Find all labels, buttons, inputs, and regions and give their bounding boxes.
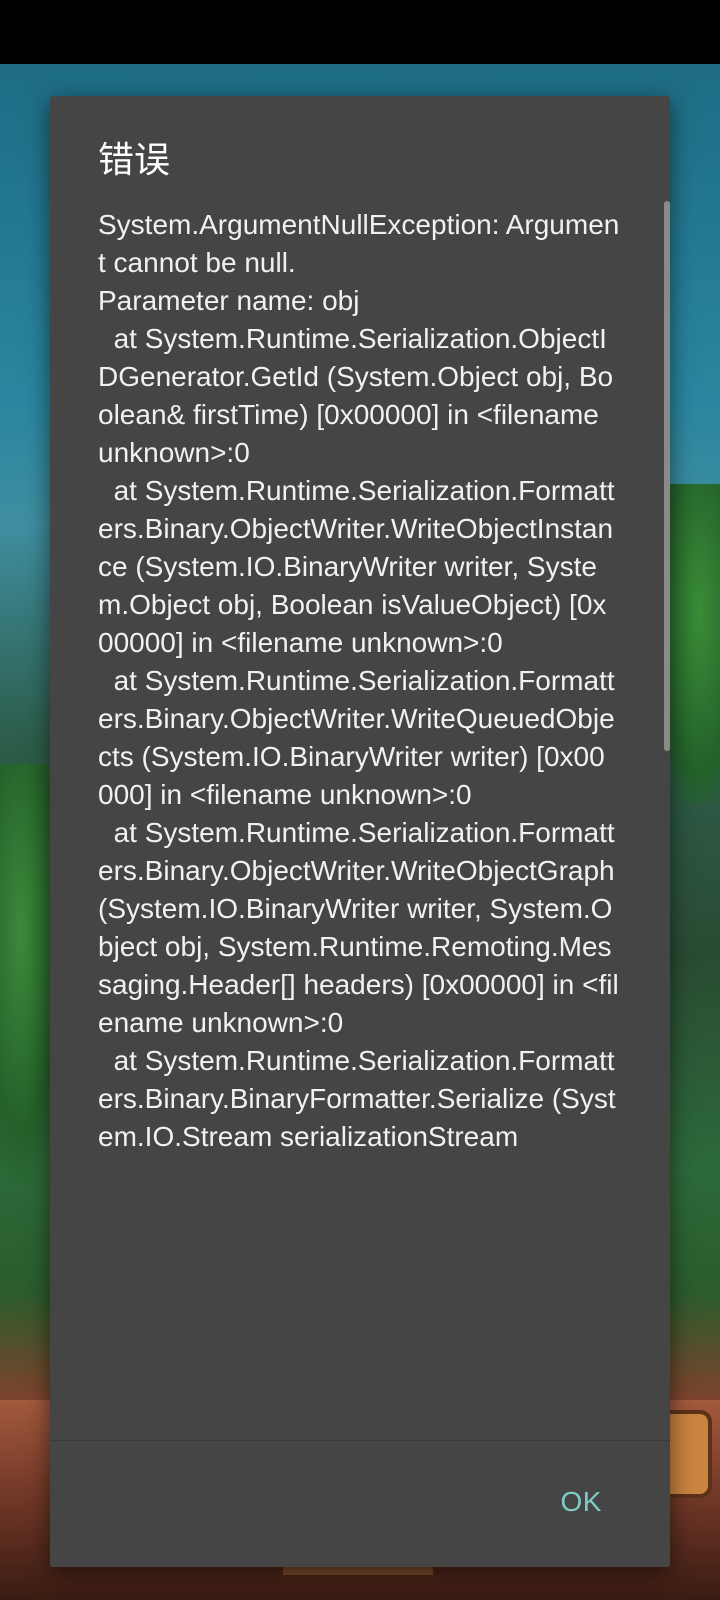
scrollbar-thumb[interactable] bbox=[664, 201, 670, 751]
ok-button[interactable]: OK bbox=[543, 1476, 620, 1528]
dialog-title: 错误 bbox=[98, 139, 171, 180]
dialog-message: System.ArgumentNullException: Argument c… bbox=[98, 209, 620, 1152]
dialog-message-scroll-area[interactable]: System.ArgumentNullException: Argument c… bbox=[98, 206, 658, 1546]
status-bar bbox=[0, 0, 720, 64]
error-dialog: 错误 System.ArgumentNullException: Argumen… bbox=[50, 96, 670, 1567]
dialog-button-bar: OK bbox=[50, 1440, 670, 1567]
